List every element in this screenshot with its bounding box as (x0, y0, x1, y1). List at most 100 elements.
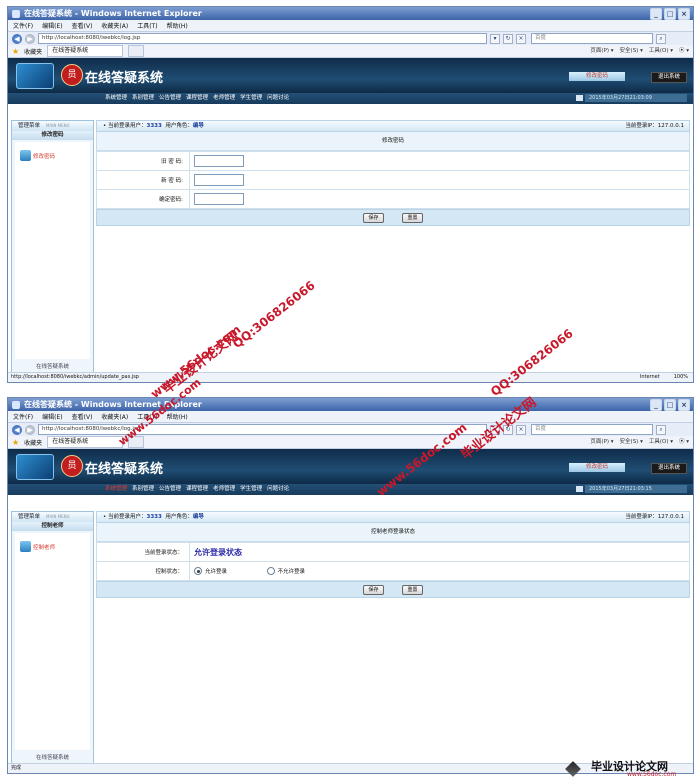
back-icon[interactable]: ◀ (12, 424, 22, 435)
cmd-tools[interactable]: 工具(O) ▾ (649, 436, 673, 448)
cmd-help[interactable]: ⦿ ▾ (679, 436, 689, 448)
refresh-icon[interactable]: ↻ (503, 33, 513, 44)
new-password-label: 新 密 码: (96, 170, 190, 190)
cmd-help[interactable]: ⦿ ▾ (679, 45, 689, 57)
nav-department[interactable]: 系别管理 (132, 484, 154, 495)
app-body: 管理菜单 MAIN MENU 控制老师 控制老师 在线答疑系统 • 当前登录用户：… (8, 511, 693, 764)
reset-button[interactable]: 重置 (402, 584, 423, 595)
menu-help[interactable]: 帮助(H) (167, 21, 188, 30)
menu-view[interactable]: 查看(V) (72, 21, 93, 30)
minimize-button[interactable]: _ (650, 8, 662, 20)
search-input[interactable]: 百度 (531, 424, 653, 435)
menu-edit[interactable]: 编辑(E) (42, 21, 62, 30)
user-value: 3333 (146, 514, 162, 520)
nav-notice[interactable]: 公告管理 (159, 484, 181, 495)
favorites-button[interactable]: 收藏夹 (24, 438, 42, 447)
nav-teacher[interactable]: 老师管理 (213, 93, 235, 104)
menu-file[interactable]: 文件(F) (13, 412, 33, 421)
nav-course[interactable]: 课程管理 (186, 484, 208, 495)
sidebar-item-label: 修改密码 (33, 153, 56, 160)
nav-discussion[interactable]: 问题讨论 (267, 484, 289, 495)
allow-login-radio[interactable] (194, 567, 202, 576)
close-button[interactable]: × (678, 8, 690, 20)
nav-department[interactable]: 系别管理 (132, 93, 154, 104)
forward-icon[interactable]: ▶ (25, 33, 35, 44)
menu-view[interactable]: 查看(V) (72, 412, 93, 421)
key-icon (20, 150, 31, 161)
app-navbar: 系统管理 系别管理 公告管理 课程管理 老师管理 学生管理 问题讨论 2015年… (8, 93, 693, 104)
nav-course[interactable]: 课程管理 (186, 93, 208, 104)
menu-edit[interactable]: 编辑(E) (42, 412, 62, 421)
stop-icon[interactable]: × (516, 424, 526, 435)
nav-system[interactable]: 系统管理 (105, 93, 127, 104)
dropdown-icon[interactable]: ▾ (490, 33, 500, 44)
deny-login-radio[interactable] (266, 567, 275, 576)
cmd-page[interactable]: 页面(P) ▾ (590, 45, 613, 57)
screen-icon (576, 486, 583, 492)
minimize-button[interactable]: _ (650, 399, 662, 411)
back-icon[interactable]: ◀ (12, 33, 22, 44)
password-form: 旧 密 码: 新 密 码: 确定密码: (96, 151, 690, 209)
old-password-field[interactable] (194, 155, 244, 167)
search-input[interactable]: 百度 (531, 33, 653, 44)
save-button[interactable]: 保存 (363, 584, 384, 595)
sidebar-item-change-password[interactable]: 修改密码 (20, 150, 55, 161)
user-label: 当前登录用户： (108, 123, 147, 129)
maximize-button[interactable]: □ (664, 399, 676, 411)
role-label: 用户角色： (165, 123, 193, 129)
app-body: 管理菜单 MAIN MENU 修改密码 修改密码 在线答疑系统 • 当前登录用户：… (8, 120, 693, 373)
menu-file[interactable]: 文件(F) (13, 21, 33, 30)
menu-help[interactable]: 帮助(H) (167, 412, 188, 421)
form-title: 修改密码 (96, 132, 690, 151)
menu-favorites[interactable]: 收藏夹(A) (101, 21, 128, 30)
deny-login-label: 不允许登录 (277, 568, 306, 575)
star-icon[interactable]: ★ (12, 438, 19, 447)
logout-button[interactable]: 退出系统 (651, 463, 687, 474)
sidebar: 管理菜单 MAIN MENU 修改密码 修改密码 在线答疑系统 (11, 120, 94, 373)
search-icon[interactable]: ⌕ (656, 424, 666, 435)
cmd-page[interactable]: 页面(P) ▾ (590, 436, 613, 448)
monitor-icon (16, 63, 54, 89)
search-icon[interactable]: ⌕ (656, 33, 666, 44)
cmd-safety[interactable]: 安全(S) ▾ (620, 436, 643, 448)
confirm-password-field[interactable] (194, 193, 244, 205)
sidebar-item-control-teacher[interactable]: 控制老师 (20, 541, 55, 552)
new-password-field[interactable] (194, 174, 244, 186)
stop-icon[interactable]: × (516, 33, 526, 44)
new-tab-button[interactable] (128, 45, 145, 57)
nav-student[interactable]: 学生管理 (240, 93, 262, 104)
nav-student[interactable]: 学生管理 (240, 484, 262, 495)
address-bar[interactable]: http://localhost:8080/iwebkc/log.jsp (38, 33, 487, 44)
forward-icon[interactable]: ▶ (25, 424, 35, 435)
old-password-label: 旧 密 码: (96, 151, 190, 171)
change-password-button[interactable]: 修改密码 (569, 463, 625, 472)
star-icon[interactable]: ★ (12, 47, 19, 56)
maximize-button[interactable]: □ (664, 8, 676, 20)
nav-system[interactable]: 系统管理 (105, 484, 127, 495)
menu-favorites[interactable]: 收藏夹(A) (101, 412, 128, 421)
favorites-button[interactable]: 收藏夹 (24, 47, 42, 56)
cmd-tools[interactable]: 工具(O) ▾ (649, 45, 673, 57)
logout-button[interactable]: 退出系统 (651, 72, 687, 83)
brand-url: www.56doc.com (627, 771, 677, 778)
reset-button[interactable]: 重置 (402, 212, 423, 223)
menu-tools[interactable]: 工具(T) (137, 21, 157, 30)
status-text: 完成 (11, 765, 22, 771)
favorites-row: ★ 收藏夹 在线答疑系统 页面(P) ▾ 安全(S) ▾ 工具(O) ▾ ⦿ ▾ (8, 436, 693, 449)
save-button[interactable]: 保存 (363, 212, 384, 223)
browser-tab[interactable]: 在线答疑系统 (47, 436, 124, 448)
role-value: 编导 (192, 514, 204, 520)
address-bar[interactable]: http://localhost:8080/iwebkc/log.jsp (38, 424, 487, 435)
cmd-safety[interactable]: 安全(S) ▾ (620, 45, 643, 57)
browser-tab[interactable]: 在线答疑系统 (47, 45, 124, 57)
nav-discussion[interactable]: 问题讨论 (267, 93, 289, 104)
zoom-level[interactable]: 100% (674, 373, 688, 382)
close-button[interactable]: × (678, 399, 690, 411)
change-password-button[interactable]: 修改密码 (569, 72, 625, 81)
ip-info: 当前登录IP：127.0.0.1 (625, 123, 684, 129)
nav-teacher[interactable]: 老师管理 (213, 484, 235, 495)
ie-icon (12, 9, 20, 18)
status-url: http://localhost:8080/iwebkc/admin/updat… (11, 374, 139, 380)
nav-notice[interactable]: 公告管理 (159, 93, 181, 104)
sidebar-footer: 在线答疑系统 (35, 755, 69, 761)
